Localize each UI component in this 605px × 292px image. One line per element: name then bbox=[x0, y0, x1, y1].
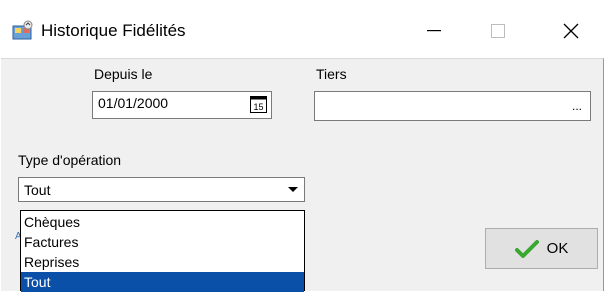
close-icon bbox=[563, 23, 579, 39]
type-operation-label: Type d'opération bbox=[18, 152, 122, 168]
title-bar: Historique Fidélités bbox=[0, 0, 605, 58]
checkmark-icon bbox=[514, 239, 539, 258]
chevron-down-icon[interactable] bbox=[282, 179, 303, 200]
app-icon bbox=[12, 20, 34, 40]
dropdown-option-tout[interactable]: Tout bbox=[21, 272, 304, 292]
depuis-label: Depuis le bbox=[94, 66, 153, 82]
close-button[interactable] bbox=[543, 10, 599, 52]
depuis-date-value: 01/01/2000 bbox=[98, 95, 169, 111]
dropdown-option-reprises[interactable]: Reprises bbox=[21, 252, 304, 272]
type-operation-dropdown: Chèques Factures Reprises Tout bbox=[20, 210, 305, 292]
dropdown-option-cheques[interactable]: Chèques bbox=[21, 212, 304, 232]
depuis-date-field[interactable]: 01/01/2000 15 bbox=[92, 91, 272, 119]
calendar-glyph: 15 bbox=[253, 102, 263, 112]
minimize-button[interactable] bbox=[406, 10, 462, 52]
tiers-browse-button[interactable]: ... bbox=[565, 93, 589, 119]
ok-label: OK bbox=[546, 240, 569, 257]
dropdown-option-factures[interactable]: Factures bbox=[21, 232, 304, 252]
calendar-icon[interactable]: 15 bbox=[250, 96, 267, 113]
minimize-icon bbox=[427, 30, 441, 32]
type-operation-value: Tout bbox=[24, 182, 51, 198]
tiers-field[interactable]: ... bbox=[314, 91, 591, 121]
tiers-label: Tiers bbox=[316, 66, 347, 82]
type-operation-select[interactable]: Tout bbox=[18, 177, 305, 202]
maximize-button[interactable] bbox=[470, 10, 526, 52]
ok-button[interactable]: OK bbox=[485, 228, 598, 269]
maximize-icon bbox=[491, 24, 505, 38]
window-title: Historique Fidélités bbox=[41, 21, 186, 40]
